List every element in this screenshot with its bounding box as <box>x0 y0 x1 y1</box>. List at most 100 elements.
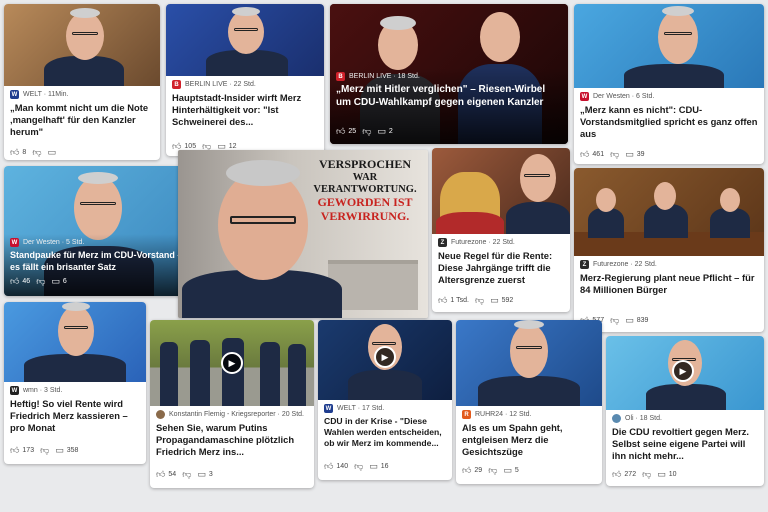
news-source: B BERLIN LIVE · 22 Std. <box>172 80 318 89</box>
der-westen-logo-icon: W <box>580 92 589 101</box>
news-card[interactable]: ▶ W WELT · 17 Std. CDU in der Krise - "D… <box>318 320 452 480</box>
news-headline[interactable]: „Man kommt nicht um die Note ‚mangelhaft… <box>10 102 154 140</box>
like-count[interactable]: 👍︎ 46 <box>10 277 30 286</box>
news-headline[interactable]: „Merz mit Hitler verglichen" – Riesen-Wi… <box>336 84 562 124</box>
comment-count[interactable]: ▭ 39 <box>625 150 644 159</box>
thumbs-down-icon[interactable]: 👎︎ <box>354 462 363 471</box>
comment-icon[interactable]: ▭ <box>377 127 386 136</box>
news-source: W wmn · 3 Std. <box>10 386 63 395</box>
news-thumbnail <box>4 302 146 382</box>
comment-count[interactable]: ▭ 358 <box>55 446 78 455</box>
thumbs-up-icon[interactable]: 👍︎ <box>10 277 19 286</box>
avatar <box>612 414 621 423</box>
news-thumbnail <box>166 4 324 76</box>
comment-icon[interactable]: ▭ <box>369 462 378 471</box>
thumbs-up-icon[interactable]: 👍︎ <box>462 466 471 475</box>
berlin-live-logo-icon: B <box>172 80 181 89</box>
thumbs-up-icon[interactable]: 👍︎ <box>612 470 621 479</box>
thumbs-up-icon[interactable]: 👍︎ <box>10 446 19 455</box>
thumbs-up-icon[interactable]: 👍︎ <box>324 462 333 471</box>
comment-icon[interactable]: ▭ <box>625 150 634 159</box>
thumbs-down-icon[interactable]: 👎︎ <box>362 127 371 136</box>
comment-icon[interactable]: ▭ <box>51 277 60 286</box>
like-count[interactable]: 👍︎ 1 Tsd. <box>438 296 469 305</box>
comment-icon[interactable]: ▭ <box>490 296 499 305</box>
news-source: W WELT · 17 Std. <box>324 404 385 413</box>
thumbs-down-icon[interactable]: 👎︎ <box>32 148 41 157</box>
thumbs-down-icon[interactable]: 👎︎ <box>182 470 191 479</box>
like-count[interactable]: 👍︎ 461 <box>580 150 604 159</box>
comment-icon[interactable]: ▭ <box>197 470 206 479</box>
thumbs-up-icon[interactable]: 👍︎ <box>336 127 345 136</box>
thumbs-up-icon[interactable]: 👍︎ <box>156 470 165 479</box>
wmn-logo-icon: W <box>10 386 19 395</box>
news-headline[interactable]: Als es um Spahn geht, entgleisen Merz di… <box>462 422 596 460</box>
news-source: Z Futurezone · 22 Std. <box>438 238 564 247</box>
news-headline[interactable]: Die CDU revoltiert gegen Merz. Selbst se… <box>612 426 758 464</box>
comment-count[interactable]: ▭ 2 <box>377 127 392 136</box>
comment-icon[interactable]: ▭ <box>47 148 56 157</box>
play-icon[interactable]: ▶ <box>672 360 694 382</box>
thumbs-down-icon[interactable]: 👎︎ <box>475 296 484 305</box>
like-count[interactable]: 👍︎ 25 <box>336 127 356 136</box>
news-card[interactable]: W wmn · 3 Std. Heftig! So viel Rente wir… <box>4 302 146 464</box>
like-count[interactable]: 👍︎ 54 <box>156 470 176 479</box>
like-count[interactable]: 👍︎ 8 <box>10 148 26 157</box>
thumbs-down-icon[interactable]: 👎︎ <box>488 466 497 475</box>
news-headline[interactable]: „Merz kann es nicht": CDU-Vorstandsmitgl… <box>580 104 758 142</box>
news-card[interactable]: ▶ Konstantin Flemig - Kriegsreporter · 2… <box>150 320 314 488</box>
like-count[interactable]: 👍︎ 272 <box>612 470 636 479</box>
news-headline[interactable]: Merz-Regierung plant neue Pflicht – für … <box>580 272 758 310</box>
thumbs-up-icon[interactable]: 👍︎ <box>580 150 589 159</box>
comment-icon[interactable]: ▭ <box>657 470 666 479</box>
news-headline[interactable]: CDU in der Krise - "Diese Wahlen werden … <box>324 416 446 452</box>
news-headline[interactable]: Standpauke für Merz im CDU-Vorstand – es… <box>10 250 188 274</box>
poster-line: VERWIRRUNG. <box>320 208 410 223</box>
thumbs-down-icon[interactable]: 👎︎ <box>40 446 49 455</box>
news-card[interactable]: B BERLIN LIVE · 18 Std. „Merz mit Hitler… <box>330 4 568 144</box>
thumbs-down-icon[interactable]: 👎︎ <box>642 470 651 479</box>
poster-line: VERSPROCHEN <box>318 157 411 171</box>
play-icon[interactable]: ▶ <box>221 352 243 374</box>
comment-count[interactable]: ▭ 6 <box>51 277 66 286</box>
news-headline[interactable]: Heftig! So viel Rente wird Friedrich Mer… <box>10 398 140 436</box>
news-card[interactable]: W WELT · 11Min. „Man kommt nicht um die … <box>4 4 160 160</box>
comment-count[interactable]: ▭ 592 <box>490 296 513 305</box>
news-card[interactable]: B BERLIN LIVE · 22 Std. Hauptstadt-Insid… <box>166 4 324 156</box>
futurezone-logo-icon: Z <box>438 238 447 247</box>
news-card[interactable]: Z Futurezone · 22 Std. Neue Regel für di… <box>432 148 570 312</box>
thumbs-down-icon[interactable]: 👎︎ <box>36 277 45 286</box>
thumbs-down-icon[interactable]: 👎︎ <box>610 150 619 159</box>
news-source: Konstantin Flemig - Kriegsreporter · 20 … <box>156 410 308 419</box>
news-card[interactable]: ▶ Oli · 18 Std. Die CDU revoltiert gegen… <box>606 336 764 486</box>
ruhr24-logo-icon: R <box>462 410 471 419</box>
comment-count[interactable]: ▭ 3 <box>197 470 212 479</box>
news-headline[interactable]: Sehen Sie, warum Putins Propagandamaschi… <box>156 422 308 460</box>
like-count[interactable]: 👍︎ 173 <box>10 446 34 455</box>
thumbs-down-icon[interactable]: 👎︎ <box>610 316 619 325</box>
news-card[interactable]: W Der Westen · 6 Std. „Merz kann es nich… <box>574 4 764 164</box>
comment-icon[interactable]: ▭ <box>55 446 64 455</box>
avatar <box>156 410 165 419</box>
comment-count[interactable]: ▭ 839 <box>625 316 648 325</box>
like-count[interactable]: 👍︎ 29 <box>462 466 482 475</box>
news-headline[interactable]: Hauptstadt-Insider wirft Merz Hinterhält… <box>172 92 318 130</box>
comment-icon[interactable]: ▭ <box>625 316 634 325</box>
comment-count[interactable]: ▭ 16 <box>369 462 388 471</box>
news-source: W WELT · 11Min. <box>10 90 69 99</box>
news-card[interactable]: R RUHR24 · 12 Std. Als es um Spahn geht,… <box>456 320 602 484</box>
news-headline[interactable]: Neue Regel für die Rente: Diese Jahrgäng… <box>438 250 564 288</box>
comment-count[interactable]: ▭ 5 <box>503 466 518 475</box>
news-thumbnail: ▶ <box>318 320 452 400</box>
comment-icon[interactable]: ▭ <box>503 466 512 475</box>
news-source: R RUHR24 · 12 Std. <box>462 410 596 419</box>
comment-count[interactable]: ▭ 10 <box>657 470 676 479</box>
news-card[interactable]: W Der Westen · 5 Std. Standpauke für Mer… <box>4 166 194 296</box>
welt-logo-icon: W <box>324 404 333 413</box>
like-count[interactable]: 👍︎ 140 <box>324 462 348 471</box>
news-card[interactable]: Z Futurezone · 22 Std. Merz-Regierung pl… <box>574 168 764 332</box>
thumbs-up-icon[interactable]: 👍︎ <box>438 296 447 305</box>
poster-line: WAR VERANTWORTUNG. <box>313 171 417 195</box>
play-icon[interactable]: ▶ <box>374 346 396 368</box>
thumbs-up-icon[interactable]: 👍︎ <box>10 148 19 157</box>
